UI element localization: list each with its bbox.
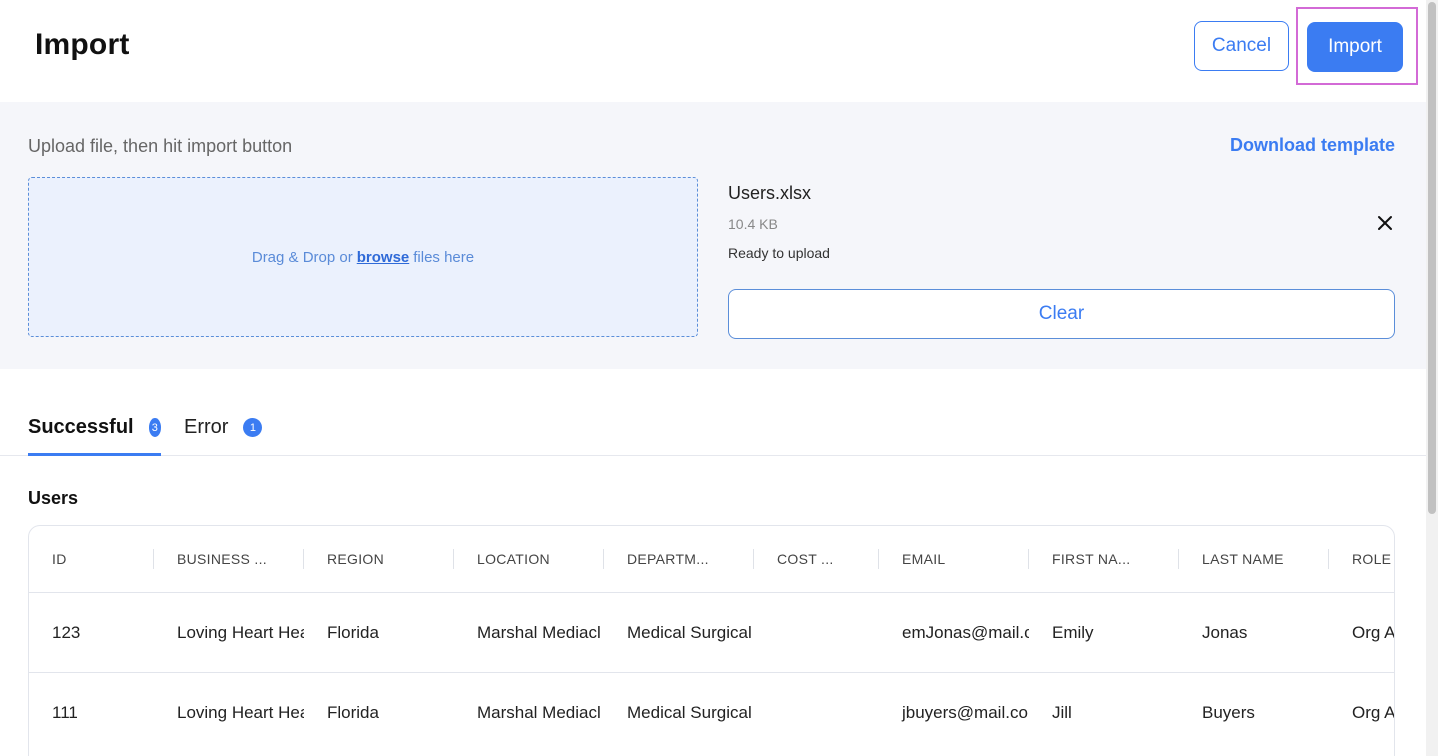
- table-cell: Org A: [1352, 622, 1395, 642]
- column-header[interactable]: LOCATION: [454, 526, 604, 592]
- table-cell: Medical Surgical: [627, 622, 752, 642]
- column-header[interactable]: LAST NAME: [1179, 526, 1329, 592]
- table-cell: Medical Surgical: [627, 703, 752, 722]
- table-cell: [754, 673, 879, 753]
- result-tabs: Successful 3 Error 1: [0, 400, 1426, 456]
- tab-successful-count: 3: [148, 418, 161, 437]
- column-header[interactable]: BUSINESS ...: [154, 526, 304, 592]
- cancel-button[interactable]: Cancel: [1194, 21, 1289, 71]
- page-scrollbar[interactable]: [1426, 0, 1438, 756]
- file-status: Ready to upload: [728, 245, 830, 261]
- tab-successful-label: Successful: [28, 416, 134, 438]
- table-cell: 123: [52, 622, 81, 642]
- dropzone-prefix: Drag & Drop or: [251, 248, 353, 266]
- table-cell: Jonas: [1202, 622, 1248, 642]
- dropzone-suffix: files here: [413, 248, 475, 266]
- scrollbar-thumb[interactable]: [1428, 2, 1436, 514]
- close-icon[interactable]: [1374, 212, 1396, 234]
- column-header[interactable]: REGION: [304, 526, 454, 592]
- table-cell: [754, 593, 879, 672]
- table-row[interactable]: 123 Loving Heart Hea Florida Marshal Med…: [29, 593, 1395, 673]
- column-header[interactable]: EMAIL: [879, 526, 1029, 592]
- tab-successful[interactable]: Successful 3: [28, 416, 161, 456]
- table-cell: Org A: [1352, 703, 1395, 722]
- table-cell: Florida: [327, 703, 379, 722]
- table-cell: Emily: [1052, 622, 1094, 642]
- table-row[interactable]: 111 Loving Heart Hea Florida Marshal Med…: [29, 673, 1395, 753]
- column-header[interactable]: DEPARTM...: [604, 526, 754, 592]
- table-cell: Florida: [327, 622, 379, 642]
- page-header: Import Cancel Import: [0, 0, 1426, 102]
- column-header[interactable]: FIRST NA...: [1029, 526, 1179, 592]
- table-cell: Marshal Mediacl: [477, 703, 601, 722]
- table-cell: Jill: [1052, 703, 1072, 722]
- table-cell: Loving Heart Hea: [177, 622, 304, 642]
- table-cell: emJonas@mail.c: [902, 622, 1029, 642]
- browse-link[interactable]: browse: [357, 249, 410, 266]
- file-dropzone[interactable]: Drag & Drop or browse files here: [28, 177, 698, 337]
- table-header-row: ID BUSINESS ... REGION LOCATION DEPARTM.…: [29, 526, 1394, 593]
- file-name: Users.xlsx: [728, 183, 812, 203]
- table-cell: jbuyers@mail.co: [902, 703, 1028, 722]
- column-header[interactable]: ROLE I: [1329, 526, 1394, 592]
- users-table: ID BUSINESS ... REGION LOCATION DEPARTM.…: [28, 525, 1395, 756]
- table-cell: Marshal Mediacl: [477, 622, 601, 642]
- users-section-title: Users: [28, 488, 79, 508]
- upload-hint: Upload file, then hit import button: [28, 136, 293, 156]
- tab-error-label: Error: [184, 416, 229, 438]
- table-cell: Loving Heart Hea: [177, 703, 304, 722]
- table-cell: 111: [52, 703, 78, 722]
- file-size: 10.4 KB: [728, 216, 778, 232]
- column-header[interactable]: COST ...: [754, 526, 879, 592]
- column-header[interactable]: ID: [29, 526, 154, 592]
- clear-button[interactable]: Clear: [728, 289, 1395, 339]
- table-cell: Buyers: [1202, 703, 1255, 722]
- page-title: Import: [35, 28, 130, 61]
- upload-panel: Upload file, then hit import button Down…: [0, 102, 1426, 369]
- download-template-link[interactable]: Download template: [1230, 135, 1395, 156]
- tab-error-count: 1: [243, 418, 263, 437]
- tab-error[interactable]: Error 1: [184, 416, 263, 456]
- import-button[interactable]: Import: [1307, 22, 1403, 72]
